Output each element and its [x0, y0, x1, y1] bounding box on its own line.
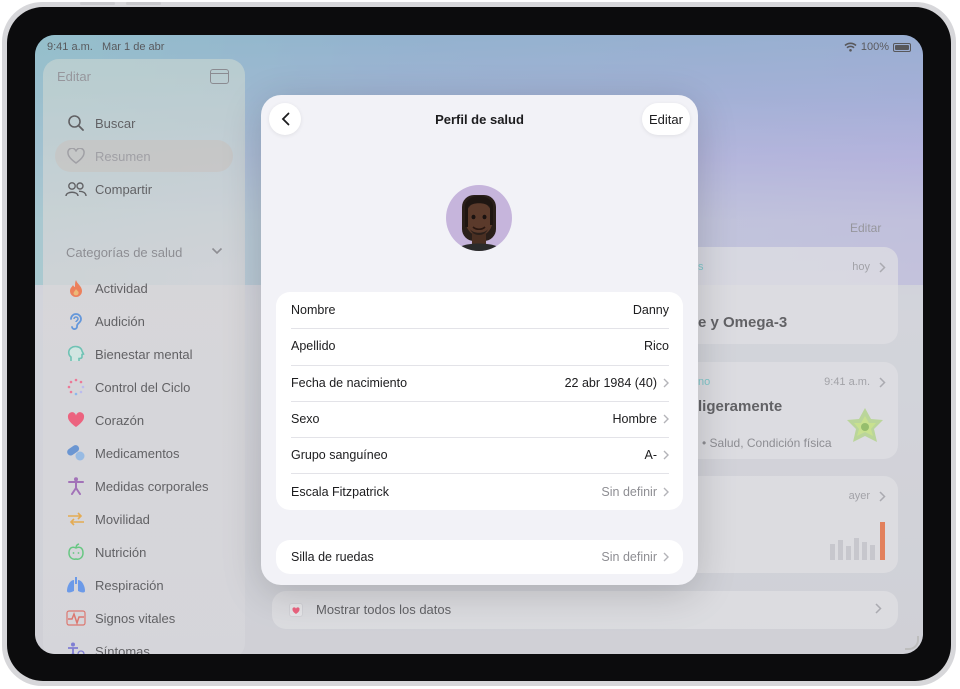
sex-row[interactable]: Sexo Hombre [276, 400, 683, 437]
memoji-avatar [456, 195, 502, 251]
blood-type-row[interactable]: Grupo sanguíneo A- [276, 437, 683, 473]
row-value-text: A- [644, 448, 658, 463]
name-row[interactable]: Nombre Danny [276, 292, 683, 328]
row-label: Grupo sanguíneo [291, 448, 388, 463]
row-value-text: Sin definir [601, 484, 657, 499]
avatar[interactable] [446, 185, 512, 251]
row-label: Escala Fitzpatrick [291, 484, 389, 499]
last-name-row[interactable]: Apellido Rico [276, 328, 683, 364]
row-value: A- [645, 448, 670, 462]
chevron-right-icon [663, 414, 669, 424]
chevron-right-icon [663, 378, 669, 388]
row-value-text: Hombre [612, 412, 657, 427]
volume-button [126, 2, 161, 5]
row-value: 22 abr 1984 (40) [565, 376, 669, 390]
wheelchair-row[interactable]: Silla de ruedas Sin definir [276, 540, 683, 574]
sheet-title: Perfil de salud [435, 112, 524, 127]
row-value-text: Sin definir [601, 550, 657, 564]
ipad-frame: 9:41 a.m. Mar 1 de abr 100% Editar Busca… [2, 2, 956, 686]
edit-button[interactable]: Editar [642, 103, 690, 135]
chevron-right-icon [663, 487, 669, 497]
profile-details-list: Nombre Danny Apellido Rico Fecha de naci… [276, 292, 683, 510]
row-label: Nombre [291, 303, 336, 318]
row-value-text: Danny [632, 303, 669, 318]
row-value: Danny [633, 303, 669, 317]
row-label: Apellido [291, 339, 336, 354]
row-label: Fecha de nacimiento [291, 375, 408, 390]
wheelchair-list: Silla de ruedas Sin definir [276, 540, 683, 574]
row-value: Sin definir [601, 550, 669, 564]
chevron-right-icon [663, 450, 669, 460]
fitzpatrick-row[interactable]: Escala Fitzpatrick Sin definir [276, 473, 683, 509]
chevron-right-icon [663, 552, 669, 562]
row-value-text: 22 abr 1984 (40) [564, 375, 657, 390]
volume-button [80, 2, 115, 5]
row-value: Hombre [613, 412, 669, 426]
row-label: Sexo [291, 412, 320, 427]
screen: 9:41 a.m. Mar 1 de abr 100% Editar Busca… [35, 35, 923, 654]
row-value: Rico [644, 339, 669, 353]
row-label: Silla de ruedas [291, 550, 374, 564]
birth-date-row[interactable]: Fecha de nacimiento 22 abr 1984 (40) [276, 364, 683, 401]
health-profile-sheet: Perfil de salud Editar Nombre Danny Apel… [261, 95, 698, 585]
row-value: Sin definir [601, 485, 669, 499]
row-value-text: Rico [643, 339, 669, 354]
